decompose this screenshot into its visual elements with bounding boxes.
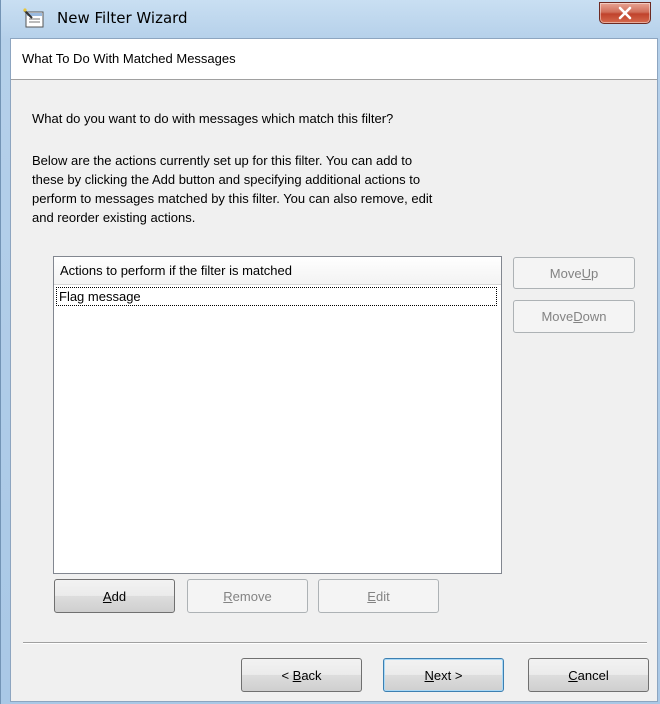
move-down-button[interactable]: Move Down [513,300,635,333]
dialog-client-area: What To Do With Matched Messages What do… [10,38,658,702]
button-label-post: own [582,309,607,324]
button-label-post: p [590,265,599,281]
window-title: New Filter Wizard [57,9,188,27]
button-accelerator: E [367,588,376,604]
wizard-icon [23,8,45,30]
actions-listbox[interactable]: Actions to perform if the filter is matc… [53,256,502,574]
question-text: What do you want to do with messages whi… [32,111,394,126]
description-line: Below are the actions currently set up f… [32,153,413,168]
next-button[interactable]: Next > [383,658,504,692]
button-label-post: dit [375,588,390,604]
description-line: these by clicking the Add button and spe… [32,172,421,187]
button-label-pre: Move [541,309,574,324]
button-label-post: emove [232,588,272,604]
button-label-post: ancel [577,667,609,683]
remove-button[interactable]: Remove [187,579,308,613]
button-label-post: dd [111,588,127,604]
close-button[interactable] [599,2,651,24]
actions-column-header[interactable]: Actions to perform if the filter is matc… [54,257,501,285]
button-accelerator: U [581,265,591,281]
button-accelerator: A [102,588,112,604]
description-line: and reorder existing actions. [32,210,196,225]
button-label-post: ext > [433,667,463,683]
button-label-pre: < [281,667,293,683]
edit-button[interactable]: Edit [318,579,439,613]
button-accelerator: N [424,667,434,683]
button-label-post: ack [301,667,322,683]
add-button[interactable]: Add [54,579,175,613]
button-accelerator: B [292,667,302,683]
column-header-label: Actions to perform if the filter is matc… [60,263,292,278]
title-bar[interactable]: New Filter Wizard [1,0,660,38]
cancel-button[interactable]: Cancel [528,658,649,692]
list-item-label: Flag message [59,289,141,304]
button-accelerator: D [573,309,583,324]
description-line: perform to messages matched by this filt… [32,191,433,206]
list-item[interactable]: Flag message [56,287,497,306]
window-frame: New Filter Wizard What To Do With Matche… [0,0,660,704]
move-up-button[interactable]: Move Up [513,257,635,289]
back-button[interactable]: < Back [241,658,362,692]
page-title: What To Do With Matched Messages [22,51,236,66]
button-accelerator: R [223,588,233,604]
close-icon [618,6,632,20]
button-accelerator: C [568,667,578,683]
description-text: Below are the actions currently set up f… [32,151,532,227]
button-label-pre: Move [549,265,582,281]
wizard-header: What To Do With Matched Messages [11,39,657,80]
button-separator [23,642,647,644]
